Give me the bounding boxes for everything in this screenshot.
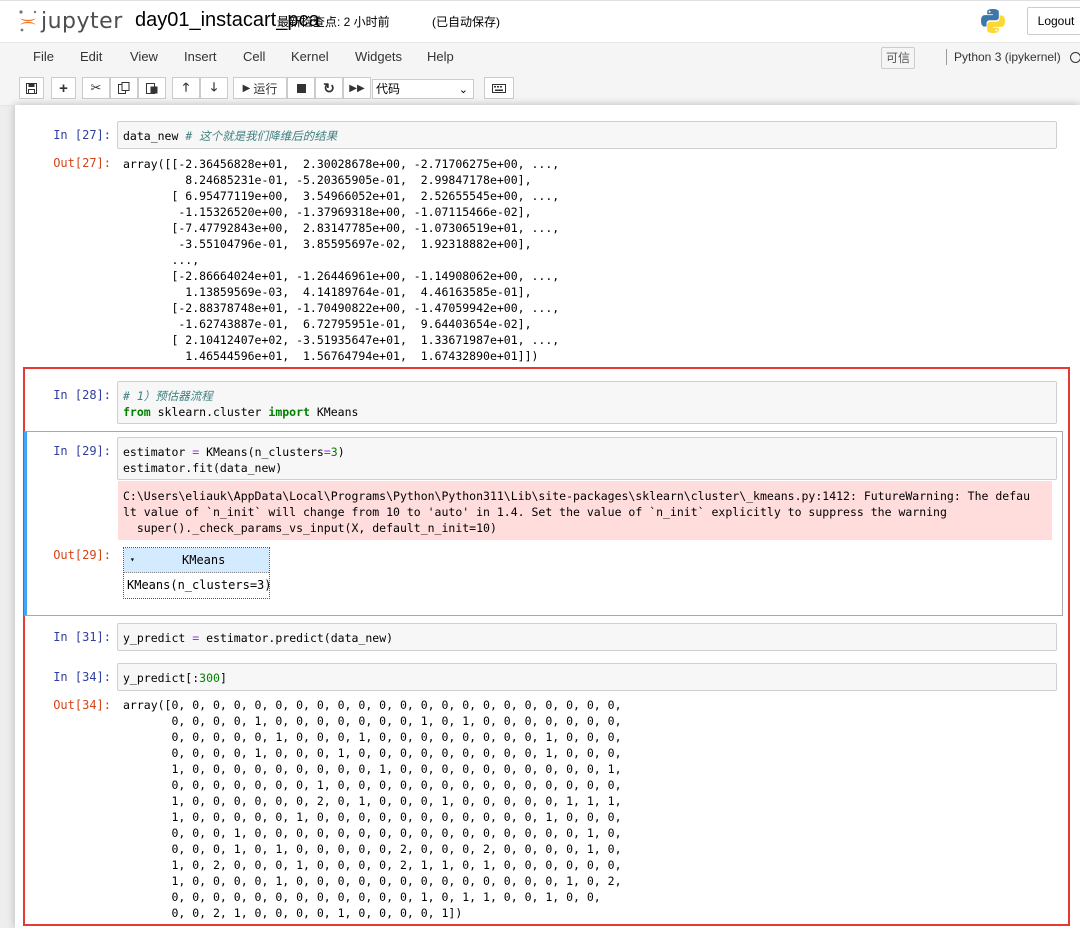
cell-29-num: 3	[330, 445, 338, 459]
play-icon: ▶	[242, 82, 251, 94]
arrow-up-icon: 🡑	[182, 79, 190, 94]
restart-button[interactable]: ↻	[315, 77, 343, 99]
cell-31-input[interactable]: y_predict = estimator.predict(data_new)	[117, 623, 1057, 651]
cell-34-in-prompt: In [34]:	[53, 670, 111, 684]
menu-edit[interactable]: Edit	[80, 49, 102, 64]
chevron-down-icon: ⌄	[458, 84, 468, 96]
triangle-down-icon: ▾	[130, 555, 135, 564]
move-up-button[interactable]: 🡑	[172, 77, 200, 99]
paste-button[interactable]	[138, 77, 166, 99]
cell-27-input[interactable]: data_new # 这个就是我们降维后的结果	[117, 121, 1057, 149]
kmeans-title: KMeans	[182, 553, 226, 567]
cell-29-l1c: )	[337, 445, 345, 459]
cell-31-a: y_predict	[123, 631, 193, 645]
cell-29-out-prompt: Out[29]:	[53, 548, 111, 562]
checkpoint-status: 最新检查点: 2 小时前	[277, 15, 390, 29]
cell-31-in-prompt: In [31]:	[53, 630, 111, 644]
menu-cell[interactable]: Cell	[243, 49, 265, 64]
kernel-name[interactable]: Python 3 (ipykernel)	[954, 50, 1061, 64]
jupyter-logo-icon	[19, 10, 37, 32]
kernel-status-icon	[1070, 52, 1080, 63]
stop-icon	[296, 83, 306, 93]
kmeans-header[interactable]: ▾ KMeans	[124, 548, 269, 573]
toolbar: + ✂ 🡑 🡓 ▶ 运行 ↻ ▶▶ 代码 ⌄	[0, 71, 1080, 106]
menu-help[interactable]: Help	[427, 49, 454, 64]
restart-run-all-button[interactable]: ▶▶	[343, 77, 371, 99]
cell-27-comment: # 这个就是我们降维后的结果	[185, 129, 338, 143]
cell-34-out-prompt: Out[34]:	[53, 698, 111, 712]
kmeans-repr: KMeans(n_clusters=3)	[127, 578, 272, 592]
menu-file[interactable]: File	[33, 49, 54, 64]
cell-34-output: array([0, 0, 0, 0, 0, 0, 0, 0, 0, 0, 0, …	[123, 698, 622, 920]
logout-button[interactable]: Logout	[1027, 7, 1080, 35]
cell-34-input[interactable]: y_predict[:300]	[117, 663, 1057, 691]
plus-icon: +	[59, 79, 68, 97]
cell-28-input[interactable]: # 1）预估器流程 from sklearn.cluster import KM…	[117, 381, 1057, 424]
run-label: 运行	[253, 81, 278, 96]
interrupt-button[interactable]	[287, 77, 315, 99]
save-button[interactable]	[19, 77, 44, 99]
cell-34-num: 300	[199, 671, 220, 685]
autosave-status: (已自动保存)	[432, 15, 500, 29]
cell-27-out-prompt: Out[27]:	[53, 156, 111, 170]
command-palette-button[interactable]	[484, 77, 514, 99]
scissors-icon: ✂	[90, 80, 102, 95]
kernel-separator	[946, 49, 947, 65]
cell-27-in-prompt: In [27]:	[53, 128, 111, 142]
paste-icon	[146, 83, 158, 94]
jupyter-logo[interactable]: jupyter	[18, 7, 123, 35]
save-icon	[26, 82, 37, 94]
trusted-indicator[interactable]: 可信	[881, 47, 915, 69]
copy-button[interactable]	[110, 77, 138, 99]
cell-29-warning: C:\Users\eliauk\AppData\Local\Programs\P…	[118, 481, 1052, 540]
cell-34-b: ]	[219, 671, 227, 685]
cell-27-code: data_new	[123, 129, 179, 143]
cell-31-b: estimator.predict(data_new)	[199, 631, 394, 645]
cell-type-value: 代码	[376, 82, 401, 96]
cell-28-in-prompt: In [28]:	[53, 388, 111, 402]
cell-29-line2: estimator.fit(data_new)	[123, 461, 283, 475]
menu-insert[interactable]: Insert	[184, 49, 217, 64]
run-button[interactable]: ▶ 运行	[233, 77, 287, 99]
arrow-down-icon: 🡓	[210, 79, 218, 94]
cell-29-op2: =	[323, 445, 331, 459]
cut-button[interactable]: ✂	[82, 77, 110, 99]
cell-34-a: y_predict[:	[123, 671, 200, 685]
cell-29-input[interactable]: estimator = KMeans(n_clusters=3) estimat…	[117, 437, 1057, 480]
kmeans-estimator-widget[interactable]: ▾ KMeans KMeans(n_clusters=3)	[123, 547, 272, 599]
restart-icon: ↻	[323, 79, 335, 96]
menu-widgets[interactable]: Widgets	[355, 49, 402, 64]
menu-kernel[interactable]: Kernel	[291, 49, 329, 64]
fast-forward-icon: ▶▶	[349, 82, 365, 94]
cell-28-kw-import: import	[268, 405, 310, 419]
cell-29-in-prompt: In [29]:	[53, 444, 111, 458]
cell-29-l1b: KMeans(n_clusters	[199, 445, 324, 459]
move-down-button[interactable]: 🡓	[200, 77, 228, 99]
python-logo-icon	[980, 8, 1006, 39]
cell-28-name: KMeans	[309, 405, 359, 419]
notebook-header: jupyter day01_instacart_pca 最新检查点: 2 小时前…	[0, 0, 1080, 43]
menubar: File Edit View Insert Cell Kernel Widget…	[0, 42, 1080, 72]
menu-view[interactable]: View	[130, 49, 158, 64]
cell-29-l1a: estimator	[123, 445, 193, 459]
cell-28-module: sklearn.cluster	[150, 405, 269, 419]
keyboard-icon	[492, 83, 506, 93]
cell-type-select[interactable]: 代码 ⌄	[372, 79, 474, 99]
cell-27-output: array([[-2.36456828e+01, 2.30028678e+00,…	[123, 157, 560, 363]
cell-28-comment: # 1）预估器流程	[123, 389, 213, 403]
insert-cell-button[interactable]: +	[51, 77, 76, 99]
cell-28-kw-from: from	[123, 405, 151, 419]
jupyter-logo-text: jupyter	[41, 8, 123, 34]
copy-icon	[118, 82, 130, 94]
